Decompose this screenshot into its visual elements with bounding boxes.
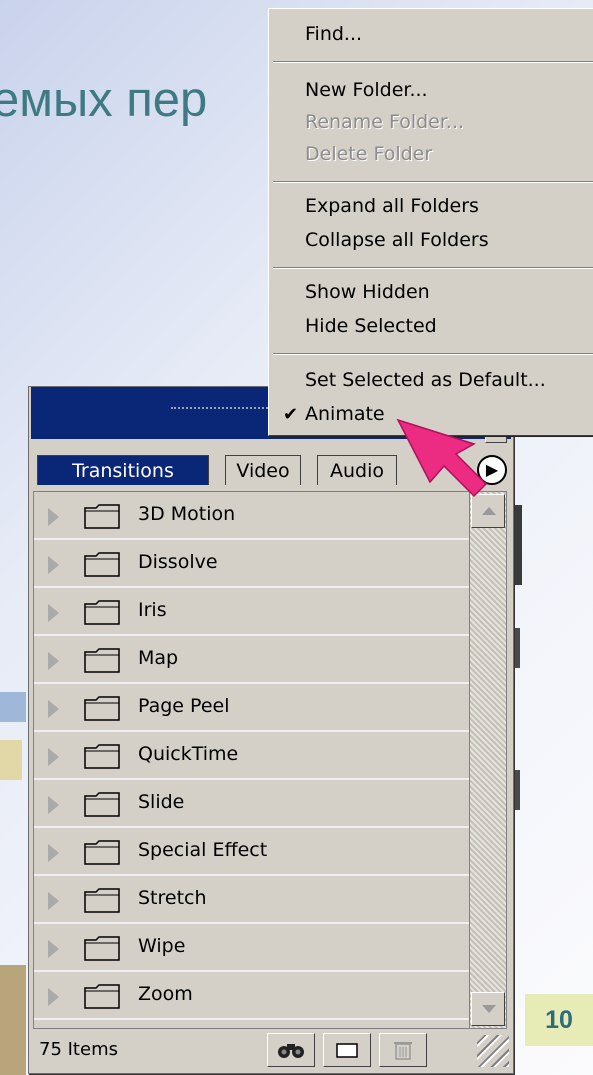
tab-video[interactable]: Video — [225, 455, 301, 485]
folder-row[interactable]: Iris — [34, 590, 472, 636]
folder-row[interactable]: Page Peel — [34, 686, 472, 732]
slide-heading: емых пер — [0, 73, 208, 127]
folder-icon — [336, 1043, 358, 1058]
menu-item-rename-folder: Rename Folder... — [305, 111, 465, 133]
expand-triangle-icon[interactable] — [48, 556, 59, 574]
folder-label: Dissolve — [138, 551, 218, 573]
folder-row[interactable]: Wipe — [34, 926, 472, 972]
checkmark-icon: ✔ — [283, 404, 299, 425]
scroll-down-button[interactable] — [471, 992, 505, 1026]
folder-label: Special Effect — [138, 839, 268, 861]
scroll-up-button[interactable] — [471, 494, 505, 528]
folder-row[interactable]: Slide — [34, 782, 472, 828]
resize-grip[interactable] — [477, 1035, 509, 1067]
folder-row[interactable]: Special Effect — [34, 830, 472, 876]
menu-item-expand-all[interactable]: Expand all Folders — [305, 195, 479, 217]
folder-row[interactable]: QuickTime — [34, 734, 472, 780]
panel-context-menu: Find... New Folder... Rename Folder... D… — [268, 8, 593, 436]
expand-triangle-icon[interactable] — [48, 796, 59, 814]
slide-page-number: 10 — [525, 994, 593, 1046]
vertical-scrollbar[interactable] — [469, 491, 507, 1029]
folder-label: Map — [138, 647, 179, 669]
menu-separator — [273, 353, 593, 355]
tab-audio[interactable]: Audio — [317, 455, 397, 485]
menu-separator — [273, 181, 593, 183]
folder-icon — [84, 840, 120, 865]
trash-icon — [394, 1042, 412, 1060]
menu-separator — [273, 61, 593, 63]
expand-triangle-icon[interactable] — [48, 652, 59, 670]
background-window-strip — [0, 692, 26, 722]
expand-triangle-icon[interactable] — [48, 988, 59, 1006]
folder-row[interactable]: Stretch — [34, 878, 472, 924]
background-window-strip — [0, 965, 26, 1075]
folder-label: Slide — [138, 791, 185, 813]
expand-triangle-icon[interactable] — [48, 700, 59, 718]
arrow-up-icon — [482, 507, 496, 515]
expand-triangle-icon[interactable] — [48, 604, 59, 622]
expand-triangle-icon[interactable] — [48, 892, 59, 910]
find-button[interactable] — [267, 1033, 315, 1067]
folder-icon — [84, 600, 120, 625]
tab-transitions[interactable]: Transitions — [37, 455, 209, 485]
menu-item-animate[interactable]: Animate — [305, 403, 385, 425]
folder-label: Page Peel — [138, 695, 230, 717]
expand-triangle-icon[interactable] — [48, 508, 59, 526]
panel-statusbar: 75 Items — [33, 1033, 509, 1069]
folder-label: QuickTime — [138, 743, 239, 765]
folder-icon — [84, 792, 120, 817]
delete-button[interactable] — [379, 1033, 427, 1067]
item-count: 75 Items — [39, 1039, 118, 1060]
folder-row[interactable]: Dissolve — [34, 542, 472, 588]
folder-row[interactable]: 3D Motion — [34, 494, 472, 540]
folder-label: Wipe — [138, 935, 186, 957]
expand-triangle-icon[interactable] — [48, 844, 59, 862]
folder-icon — [84, 552, 120, 577]
folder-row[interactable]: Zoom — [34, 974, 472, 1020]
folder-label: 3D Motion — [138, 503, 236, 525]
folder-icon — [84, 744, 120, 769]
menu-item-show-hidden[interactable]: Show Hidden — [305, 281, 430, 303]
background-window-edge — [514, 505, 522, 585]
menu-separator — [273, 267, 593, 269]
folder-label: Stretch — [138, 887, 207, 909]
expand-triangle-icon[interactable] — [48, 748, 59, 766]
folder-icon — [84, 504, 120, 529]
folder-icon — [84, 648, 120, 673]
menu-item-find[interactable]: Find... — [305, 23, 362, 45]
folder-row[interactable]: Map — [34, 638, 472, 684]
folder-icon — [84, 936, 120, 961]
background-window-strip — [0, 740, 22, 780]
new-folder-button[interactable] — [323, 1033, 371, 1067]
menu-item-set-default[interactable]: Set Selected as Default... — [305, 369, 546, 391]
arrow-down-icon — [482, 1005, 496, 1013]
menu-item-collapse-all[interactable]: Collapse all Folders — [305, 229, 489, 251]
folder-label: Iris — [138, 599, 167, 621]
folder-icon — [84, 888, 120, 913]
folder-icon — [84, 696, 120, 721]
menu-item-delete-folder: Delete Folder — [305, 143, 433, 165]
menu-item-hide-selected[interactable]: Hide Selected — [305, 315, 437, 337]
expand-triangle-icon[interactable] — [48, 940, 59, 958]
folder-label: Zoom — [138, 983, 193, 1005]
folder-list: 3D Motion Dissolve Iris Map Page Peel QuickTi… — [33, 491, 473, 1029]
background-window-edge — [514, 628, 520, 668]
binoculars-icon — [278, 1044, 304, 1058]
folder-icon — [84, 984, 120, 1009]
background-window-edge — [514, 770, 520, 810]
menu-item-new-folder[interactable]: New Folder... — [305, 79, 428, 101]
pointer-arrow-icon — [396, 418, 488, 498]
